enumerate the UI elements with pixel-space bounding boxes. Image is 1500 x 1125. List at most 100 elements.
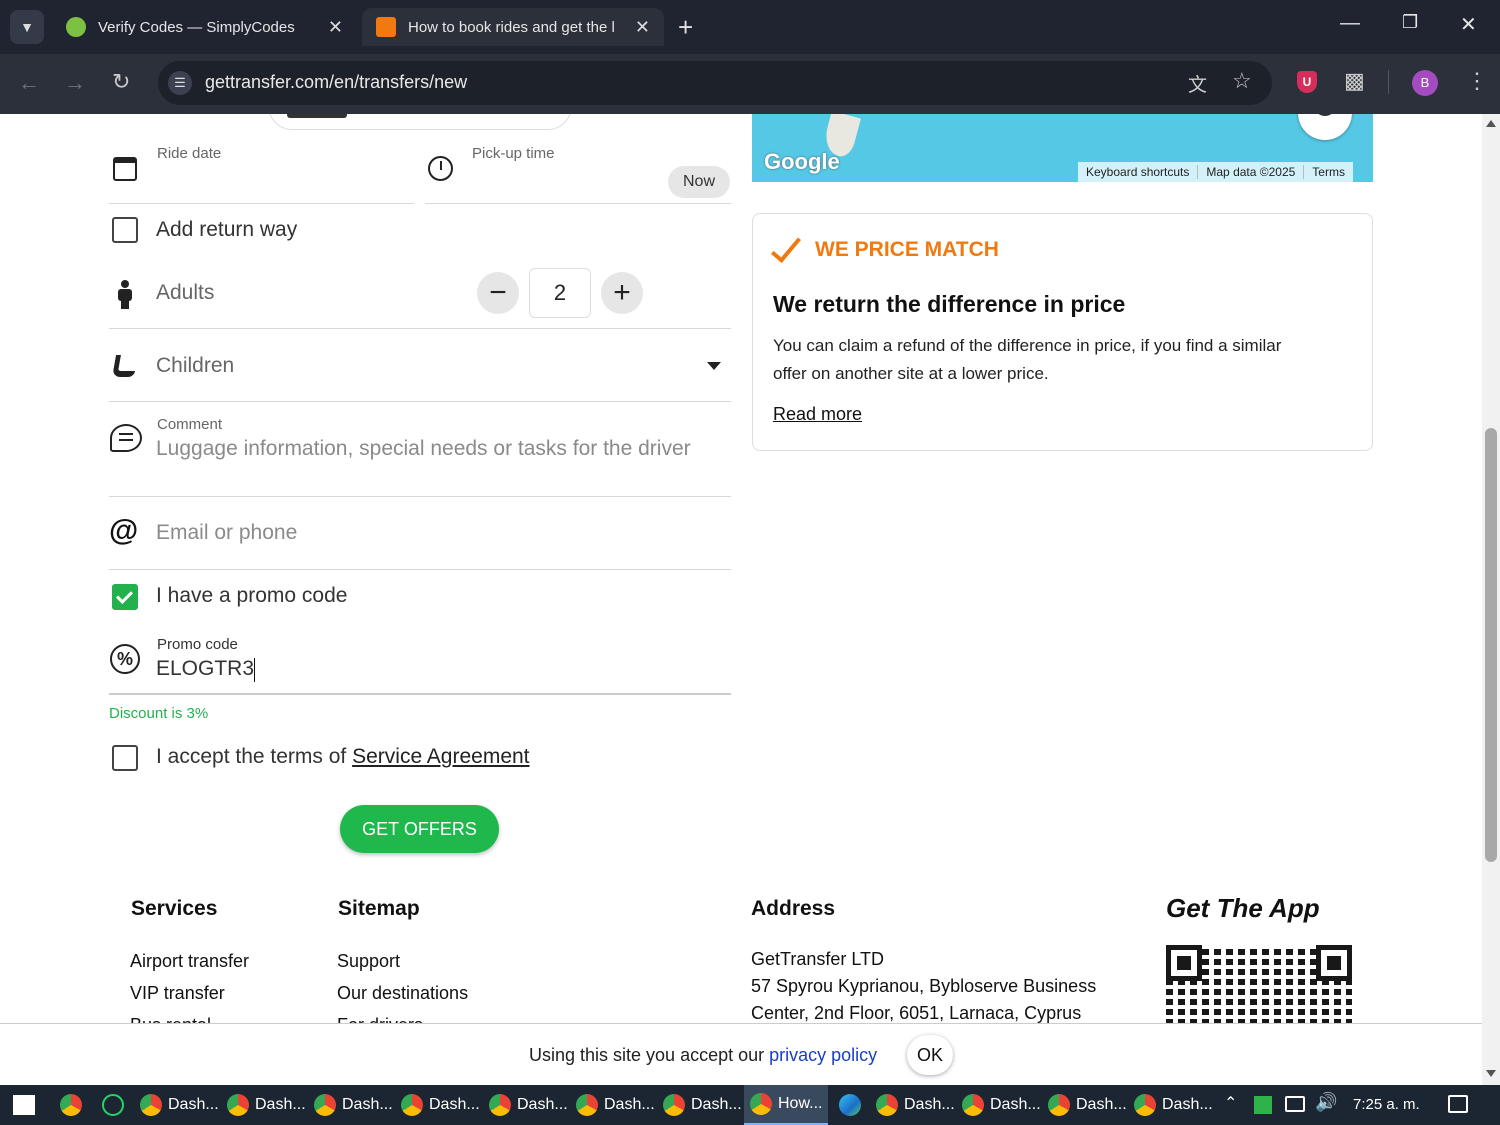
promo-code-input[interactable]: ELOGTR3: [156, 657, 254, 681]
notifications-icon[interactable]: [1448, 1095, 1468, 1113]
chrome-icon: [750, 1093, 772, 1115]
map-view[interactable]: Google Keyboard shortcuts Map data ©2025…: [752, 114, 1373, 182]
forward-icon[interactable]: →: [64, 70, 86, 96]
footer-link-bus-rental[interactable]: Bus rental: [130, 1015, 211, 1023]
tray-chevron-icon[interactable]: ⌃: [1224, 1093, 1237, 1113]
privacy-policy-link[interactable]: privacy policy: [769, 1045, 877, 1065]
simplycodes-favicon-icon: [66, 17, 86, 37]
get-offers-button[interactable]: GET OFFERS: [340, 805, 499, 853]
url-text: gettransfer.com/en/transfers/new: [205, 72, 468, 92]
close-tab-icon[interactable]: ✕: [635, 17, 650, 38]
page-scrollbar[interactable]: [1482, 114, 1500, 1085]
adults-decrement-button[interactable]: −: [477, 272, 519, 314]
profile-avatar[interactable]: B: [1412, 70, 1438, 96]
chrome-icon: [663, 1094, 685, 1116]
return-way-checkbox[interactable]: [112, 217, 138, 243]
taskbar-item[interactable]: Dash...: [227, 1085, 306, 1125]
pickup-now-chip[interactable]: Now: [668, 166, 730, 198]
tab-search-button[interactable]: ▼: [10, 10, 44, 44]
site-info-icon[interactable]: ☰: [168, 71, 192, 95]
chrome-taskbar-icon[interactable]: [60, 1094, 82, 1116]
read-more-link[interactable]: Read more: [773, 404, 862, 425]
extensions-puzzle-icon[interactable]: ▩: [1344, 68, 1365, 94]
footer-sitemap-title: Sitemap: [338, 897, 420, 920]
email-phone-input[interactable]: Email or phone: [156, 521, 297, 545]
tab-simplycodes[interactable]: Verify Codes — SimplyCodes ✕: [52, 8, 357, 46]
toolbar-separator: [1388, 70, 1389, 94]
clock-hand: [440, 161, 442, 170]
window-close-icon[interactable]: ✕: [1460, 12, 1477, 37]
windows-start-icon[interactable]: [13, 1095, 35, 1115]
taskbar-item[interactable]: Dash...: [489, 1085, 568, 1125]
terms-label: I accept the terms of Service Agreement: [156, 745, 530, 769]
comment-input[interactable]: Luggage information, special needs or ta…: [156, 437, 691, 461]
taskbar-clock[interactable]: 7:25 a. m.: [1353, 1096, 1420, 1113]
discount-status: Discount is 3%: [109, 705, 209, 722]
footer-services-title: Services: [131, 897, 218, 920]
scroll-down-arrow-icon[interactable]: [1486, 1070, 1496, 1077]
restore-icon[interactable]: ❐: [1402, 12, 1418, 33]
taskbar-item[interactable]: Dash...: [140, 1085, 219, 1125]
taskbar-item[interactable]: Dash...: [1134, 1085, 1213, 1125]
taskbar-item-active[interactable]: How...: [744, 1085, 828, 1125]
footer-link-vip-transfer[interactable]: VIP transfer: [130, 983, 225, 1004]
taskbar-item[interactable]: Dash...: [401, 1085, 480, 1125]
chrome-icon: [576, 1094, 598, 1116]
taskbar-item-label: Dash...: [990, 1096, 1041, 1113]
orange-check-icon: [770, 231, 802, 263]
minimize-icon[interactable]: —: [1340, 12, 1360, 35]
qr-finder: [1316, 945, 1352, 981]
adults-increment-button[interactable]: +: [601, 272, 643, 314]
bookmark-star-icon[interactable]: ☆: [1232, 68, 1252, 94]
new-tab-button[interactable]: +: [678, 12, 693, 43]
cookie-ok-button[interactable]: OK: [907, 1035, 953, 1075]
promo-underline: [109, 693, 731, 695]
promo-code-checkbox[interactable]: [112, 584, 138, 610]
taskbar-item-label: Dash...: [342, 1096, 393, 1113]
price-match-body-line2: offer on another site at a lower price.: [773, 364, 1049, 383]
promo-code-label: Promo code: [157, 636, 238, 653]
footer-link-destinations[interactable]: Our destinations: [337, 983, 468, 1004]
scrollbar-thumb[interactable]: [1485, 428, 1497, 862]
checkmark-icon: [116, 587, 133, 604]
whatsapp-taskbar-icon[interactable]: [102, 1094, 124, 1116]
taskbar-item-label: Dash...: [1162, 1096, 1213, 1113]
taskbar-item[interactable]: Dash...: [962, 1085, 1041, 1125]
footer-link-drivers[interactable]: For drivers: [337, 1015, 423, 1023]
taskbar-item[interactable]: Dash...: [314, 1085, 393, 1125]
ublock-icon[interactable]: U: [1297, 71, 1317, 93]
tray-app-icon[interactable]: [1254, 1096, 1272, 1114]
app-qr-code[interactable]: [1166, 945, 1352, 1023]
vehicle-card-partial[interactable]: [268, 114, 572, 130]
taskbar-item[interactable]: Dash...: [876, 1085, 955, 1125]
taskbar-item[interactable]: Dash...: [576, 1085, 655, 1125]
map-terms-link[interactable]: Terms: [1303, 165, 1353, 179]
tab-gettransfer[interactable]: How to book rides and get the l ✕: [362, 8, 664, 46]
footer-link-airport-transfer[interactable]: Airport transfer: [130, 951, 249, 972]
scroll-up-arrow-icon[interactable]: [1486, 120, 1496, 127]
taskbar-item[interactable]: Dash...: [663, 1085, 742, 1125]
adults-count[interactable]: 2: [529, 268, 591, 318]
keyboard-shortcuts-link[interactable]: Keyboard shortcuts: [1078, 165, 1197, 179]
service-agreement-link[interactable]: Service Agreement: [352, 745, 529, 768]
volume-icon[interactable]: 🔊: [1315, 1092, 1337, 1113]
cookie-text: Using this site you accept our privacy p…: [529, 1045, 877, 1066]
taskbar-item-label: Dash...: [517, 1096, 568, 1113]
terms-checkbox[interactable]: [112, 745, 138, 771]
taskbar-item[interactable]: Dash...: [1048, 1085, 1127, 1125]
network-icon[interactable]: [1285, 1096, 1305, 1112]
close-tab-icon[interactable]: ✕: [328, 17, 343, 38]
text-cursor: [254, 658, 255, 682]
translate-icon[interactable]: 文: [1188, 70, 1207, 97]
adults-underline: [109, 328, 731, 329]
children-dropdown[interactable]: [109, 336, 731, 398]
my-location-button[interactable]: [1298, 114, 1352, 140]
footer-link-support[interactable]: Support: [337, 951, 400, 972]
reload-icon[interactable]: ↻: [112, 69, 130, 95]
edge-taskbar-icon[interactable]: [839, 1094, 861, 1116]
browser-menu-icon[interactable]: ⋮: [1466, 68, 1488, 94]
percent-icon: %: [110, 644, 140, 674]
back-icon[interactable]: ←: [18, 70, 40, 96]
ride-date-field[interactable]: [150, 144, 412, 202]
get-the-app-title: Get The App: [1166, 893, 1320, 923]
